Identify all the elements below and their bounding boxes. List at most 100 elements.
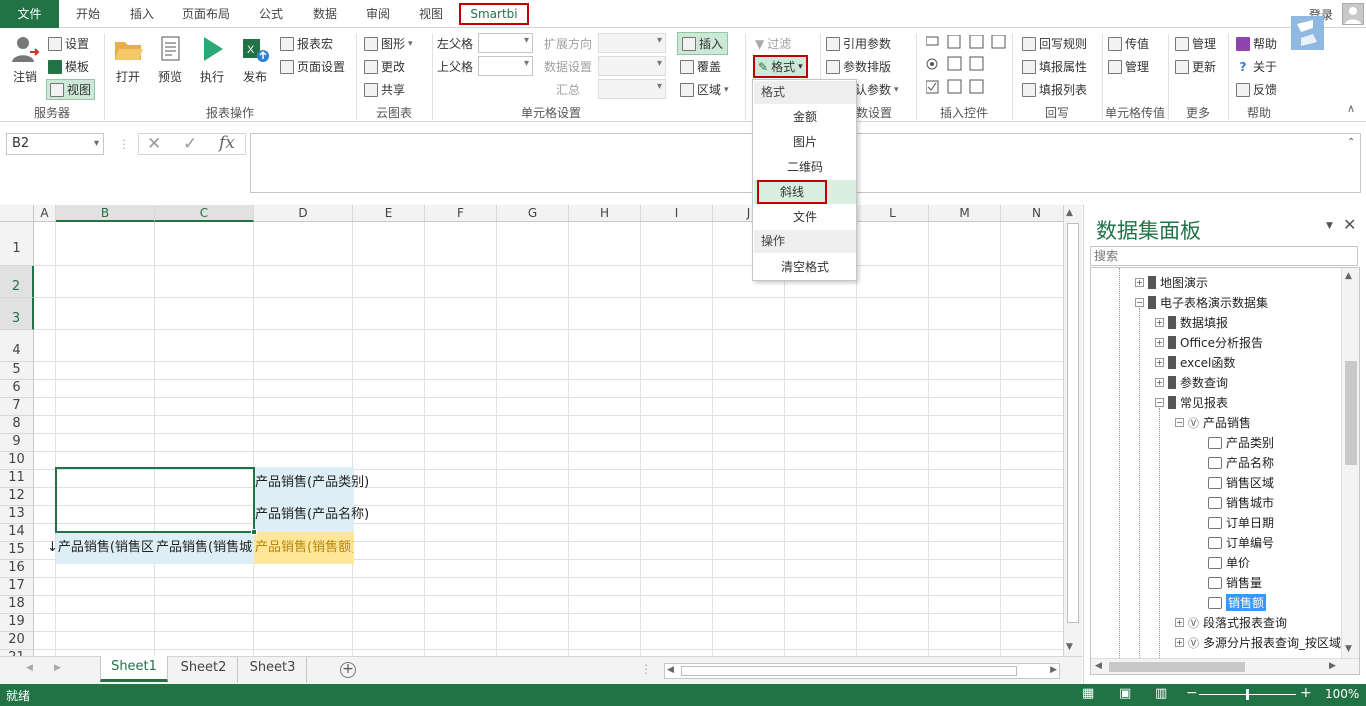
tab-insert[interactable]: 插入 (118, 0, 166, 28)
summary-select[interactable] (598, 79, 666, 99)
writeback-rule-button[interactable]: 回写规则 (1022, 35, 1087, 52)
menu-item-clear-format[interactable]: 清空格式 (754, 255, 856, 279)
next-sheet-icon[interactable]: ▶ (54, 663, 61, 673)
tree-node[interactable]: 销售额 (1195, 594, 1267, 611)
cell-d4[interactable]: 产品销售(销售额) (255, 532, 353, 564)
cell-d3[interactable]: 产品销售(产品名称) (255, 499, 425, 531)
fill-list-button[interactable]: 填报列表 (1022, 81, 1087, 98)
fill-handle[interactable] (251, 529, 257, 535)
data-setting-select[interactable] (598, 56, 666, 76)
column-header[interactable]: I (641, 205, 713, 222)
tree-node[interactable]: 销售量 (1195, 574, 1262, 591)
tree-toggle-icon[interactable]: + (1155, 318, 1164, 327)
vertical-scroll-thumb[interactable] (1067, 223, 1079, 623)
param-layout-button[interactable]: 参数排版 (826, 58, 891, 75)
tree-toggle-icon[interactable]: + (1155, 358, 1164, 367)
tree-toggle-icon[interactable]: − (1155, 398, 1164, 407)
tree-toggle-icon[interactable]: + (1155, 378, 1164, 387)
column-header[interactable]: H (569, 205, 641, 222)
row-header[interactable]: 19 (0, 614, 34, 632)
page-layout-view-icon[interactable]: ▣ (1119, 686, 1131, 701)
column-header[interactable]: M (929, 205, 1001, 222)
row-header[interactable]: 3 (0, 298, 34, 330)
tree-node[interactable]: + Office分析报告 (1155, 334, 1263, 351)
left-parent-select[interactable] (478, 33, 533, 53)
row-header[interactable]: 16 (0, 560, 34, 578)
row-header[interactable]: 18 (0, 596, 34, 614)
row-header[interactable]: 10 (0, 452, 34, 470)
scroll-down-icon[interactable]: ▼ (1066, 642, 1073, 652)
zoom-level[interactable]: 100% (1325, 687, 1359, 701)
scroll-down-icon[interactable]: ▼ (1345, 644, 1352, 654)
expand-direction-select[interactable] (598, 33, 666, 53)
tab-view[interactable]: 视图 (408, 0, 454, 28)
tab-data[interactable]: 数据 (302, 0, 348, 28)
user-avatar-icon[interactable] (1342, 3, 1364, 25)
name-box[interactable]: B2 ▾ (6, 133, 104, 155)
scroll-right-icon[interactable]: ▶ (1329, 661, 1336, 671)
row-header[interactable]: 12 (0, 488, 34, 506)
menu-item-image[interactable]: 图片 (754, 130, 856, 154)
menu-item-qrcode[interactable]: 二维码 (754, 155, 856, 179)
row-header[interactable]: 7 (0, 398, 34, 416)
cell-pass-button[interactable]: 传值 (1108, 35, 1149, 52)
tree-node[interactable]: 单价 (1195, 554, 1250, 571)
row-header[interactable]: 5 (0, 362, 34, 380)
tree-toggle-icon[interactable]: − (1135, 298, 1144, 307)
open-button[interactable]: 打开 (110, 34, 146, 85)
tree-node[interactable]: − Ⓥ 产品销售 (1175, 414, 1251, 431)
logout-button[interactable]: 注销 (6, 34, 44, 85)
more-update-button[interactable]: 更新 (1175, 58, 1216, 75)
region-button[interactable]: 区域 ▾ (680, 81, 729, 98)
column-header[interactable]: E (353, 205, 425, 222)
row-header[interactable]: 17 (0, 578, 34, 596)
fill-attribute-button[interactable]: 填报属性 (1022, 58, 1087, 75)
row-header[interactable]: 11 (0, 470, 34, 488)
horizontal-scroll-thumb[interactable] (681, 666, 1017, 676)
publish-button[interactable]: X 发布 (236, 34, 274, 85)
row-header[interactable]: 9 (0, 434, 34, 452)
normal-view-icon[interactable]: ▦ (1082, 686, 1094, 701)
row-header[interactable]: 20 (0, 632, 34, 650)
prev-sheet-icon[interactable]: ◀ (26, 663, 33, 673)
update-chart-button[interactable]: 更改 (364, 58, 405, 75)
preview-button[interactable]: 预览 (152, 34, 188, 85)
template-button[interactable]: 模板 (48, 58, 89, 75)
tree-horizontal-scrollbar[interactable]: ◀ ▶ (1091, 658, 1359, 674)
about-button[interactable]: ? 关于 (1236, 58, 1278, 75)
collapse-ribbon-icon[interactable]: ∧ (1347, 102, 1355, 115)
execute-button[interactable]: 执行 (194, 34, 230, 85)
row-header[interactable]: 15 (0, 542, 34, 560)
row-header[interactable]: 2 (0, 266, 34, 298)
add-sheet-icon[interactable]: + (340, 662, 356, 678)
tree-node[interactable]: 订单编号 (1195, 534, 1274, 551)
tree-toggle-icon[interactable]: + (1175, 638, 1184, 647)
spreadsheet-grid[interactable]: ABCDEFGHIJKLMN 1234567891011121314151617… (0, 205, 1082, 656)
tree-node[interactable]: 产品名称 (1195, 454, 1274, 471)
tree-node[interactable]: + Ⓥ 多源分片报表查询_按区域 (1175, 634, 1341, 651)
column-header[interactable]: F (425, 205, 497, 222)
tree-toggle-icon[interactable]: + (1175, 618, 1184, 627)
panel-menu-icon[interactable]: ▼ (1326, 221, 1333, 231)
feedback-button[interactable]: 反馈 (1236, 81, 1277, 98)
format-dropdown-button[interactable]: ✎ 格式 ▾ (753, 55, 808, 78)
column-header[interactable]: L (857, 205, 929, 222)
cover-mode-button[interactable]: 覆盖 (680, 58, 721, 75)
expand-formula-icon[interactable]: ⌃ (1347, 137, 1355, 148)
share-button[interactable]: 共享 (364, 81, 405, 98)
column-header[interactable]: G (497, 205, 569, 222)
row-header[interactable]: 14 (0, 524, 34, 542)
select-all-corner[interactable] (0, 205, 34, 222)
tree-node[interactable]: 销售城市 (1195, 494, 1274, 511)
row-header[interactable]: 4 (0, 330, 34, 362)
tab-split-grip-icon[interactable]: ⋮ (640, 662, 652, 676)
panel-close-icon[interactable]: ✕ (1343, 215, 1356, 234)
tree-node[interactable]: + 数据填报 (1155, 314, 1228, 331)
view-button[interactable]: 视图 (46, 79, 96, 100)
insert-mode-button[interactable]: 插入 (677, 32, 729, 55)
menu-item-diagonal[interactable]: 斜线 (757, 180, 827, 204)
tab-file[interactable]: 文件 (0, 0, 59, 28)
menu-item-file[interactable]: 文件 (754, 205, 856, 229)
sheet-tab-sheet1[interactable]: Sheet1 (100, 656, 168, 682)
report-macro-button[interactable]: 报表宏 (280, 35, 333, 52)
